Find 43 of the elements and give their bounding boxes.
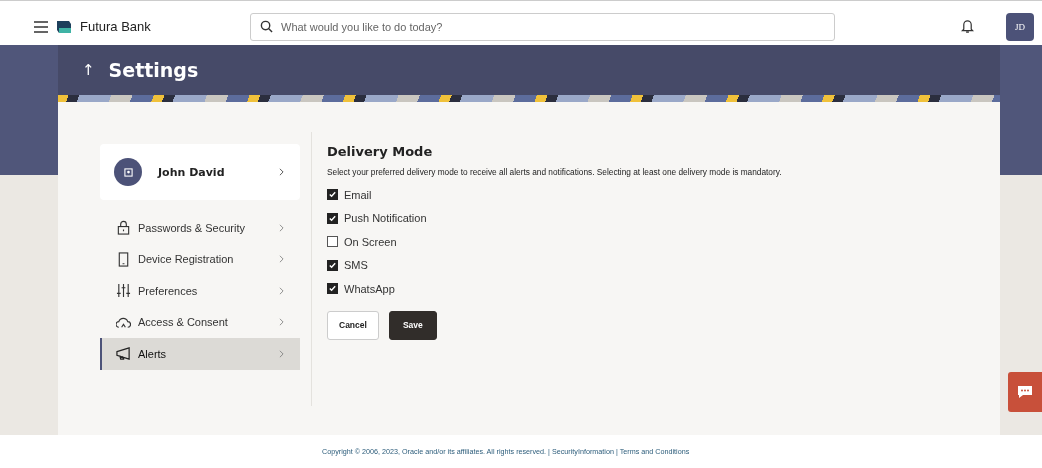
logo-icon: [56, 18, 72, 35]
checkbox[interactable]: [327, 259, 338, 271]
page-title: Settings: [108, 59, 199, 81]
menu-item[interactable]: Preferences: [100, 275, 300, 307]
chevron-icon: [279, 168, 284, 176]
chevron-icon: [279, 286, 284, 295]
profile-card[interactable]: John David: [100, 144, 300, 200]
menu-icon[interactable]: [34, 20, 48, 33]
profile-name: John David: [158, 165, 226, 179]
checkbox-label: Push Notification: [344, 212, 427, 225]
avatar-icon: [114, 158, 142, 186]
sliders-icon: [116, 283, 131, 299]
megaphone-icon: [116, 346, 131, 362]
checkbox[interactable]: [327, 189, 338, 201]
chat-button[interactable]: [1008, 372, 1042, 412]
checkbox-label: WhatsApp: [344, 282, 395, 295]
checkbox-label: Email: [344, 188, 372, 201]
checkbox[interactable]: [327, 212, 338, 224]
lock-icon: [116, 220, 131, 236]
description-text: Select your preferred delivery mode to receive all alerts and notifications. Selecting at least one delivery mode is mandatory.: [327, 167, 782, 177]
phone-icon: [116, 251, 131, 267]
bell-icon[interactable]: [961, 19, 974, 34]
checkbox-label: SMS: [344, 259, 368, 272]
brand-name: Futura Bank: [80, 19, 152, 34]
menu-item[interactable]: Alerts: [100, 338, 300, 370]
menu-item[interactable]: Device Registration: [100, 243, 300, 275]
cancel-button[interactable]: Cancel: [327, 310, 379, 340]
chevron-icon: [279, 255, 284, 264]
menu-item[interactable]: Passwords & Security: [100, 212, 300, 244]
avatar-button[interactable]: JD: [1006, 12, 1034, 41]
section-title: Delivery Mode: [327, 144, 434, 159]
chat-icon: [1017, 385, 1033, 399]
search-field[interactable]: What would you like to do today?: [250, 12, 835, 41]
menu-item[interactable]: Access & Consent: [100, 306, 300, 338]
chevron-icon: [279, 223, 284, 232]
checkbox[interactable]: [327, 283, 338, 295]
search-icon: [260, 19, 273, 33]
chevron-icon: [279, 349, 284, 358]
checkbox-label: On Screen: [344, 235, 397, 248]
back-icon[interactable]: ↑: [82, 61, 95, 79]
save-button[interactable]: Save: [388, 310, 437, 340]
chevron-icon: [279, 318, 284, 327]
checkbox[interactable]: [327, 236, 338, 248]
